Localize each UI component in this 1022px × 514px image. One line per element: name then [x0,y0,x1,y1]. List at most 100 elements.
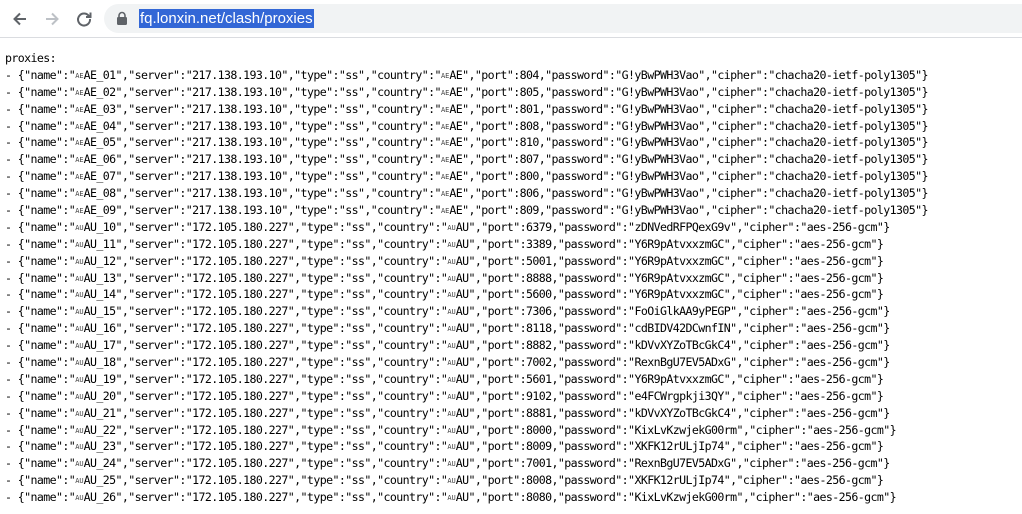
proxy-flag: AU [75,240,84,249]
proxy-server: 172.105.180.227 [192,236,288,251]
proxy-line: - {"name":"AEAE_04","server":"217.138.19… [5,118,929,133]
url-text[interactable]: fq.lonxin.net/clash/proxies [139,9,314,28]
proxy-line: - {"name":"AUAU_16","server":"172.105.18… [5,321,890,336]
reload-button[interactable] [72,7,96,31]
proxy-line: - {"name":"AUAU_15","server":"172.105.18… [5,304,890,319]
proxy-cipher: chacha20-ietf-poly1305 [774,186,916,201]
proxy-line: - {"name":"AEAE_02","server":"217.138.19… [5,84,929,99]
proxy-name: AU_19 [83,371,117,386]
proxy-password: KixLvKzwjekG00rm [634,422,737,437]
proxy-flag: AE [75,190,84,199]
proxy-flag: AU [75,392,84,401]
proxy-password: G!yBwPWH3Vao [621,135,699,150]
proxy-name: AE_02 [83,84,117,99]
proxy-server: 172.105.180.227 [192,304,288,319]
proxy-line: - {"name":"AUAU_20","server":"172.105.18… [5,388,884,403]
proxy-password: G!yBwPWH3Vao [621,84,699,99]
proxy-cipher: aes-256-gcm [800,371,871,386]
proxy-server: 217.138.193.10 [192,203,282,218]
proxy-name: AE_09 [83,203,117,218]
proxy-password: Y6R9pAtvxxzmGC [634,253,724,268]
proxy-name: AE_05 [83,135,117,150]
proxy-cipher: aes-256-gcm [806,355,878,370]
proxy-name: AU_10 [83,219,117,234]
proxy-port: 806 [519,186,540,201]
proxies-header: proxies: [5,51,57,65]
proxy-flag: AU [447,359,456,368]
proxy-type: ss [351,439,365,454]
proxy-server: 172.105.180.227 [192,253,288,268]
proxy-type: ss [345,152,358,167]
proxy-password: e4FCWrgpkji3QY [634,388,724,403]
proxy-line: - {"name":"AUAU_21","server":"172.105.18… [5,405,890,420]
proxy-line: - {"name":"AUAU_19","server":"172.105.18… [5,371,884,386]
proxy-country: AU [455,355,469,370]
proxy-port: 8009 [525,439,552,454]
proxy-type: ss [345,67,358,82]
proxy-port: 7306 [525,304,552,319]
proxy-name: AU_14 [83,287,117,302]
proxy-type: ss [351,219,365,234]
proxy-line: - {"name":"AEAE_09","server":"217.138.19… [5,203,929,218]
proxy-flag: AU [447,409,456,418]
proxy-country: AU [455,321,469,336]
proxy-name: AU_25 [83,473,117,488]
proxy-password: FoOiGlkAA9yPEGP [634,304,731,319]
proxy-country: AU [455,371,469,386]
proxy-flag: AE [75,156,84,165]
proxy-type: ss [345,186,358,201]
proxy-name: AU_18 [83,355,117,370]
proxy-line: - {"name":"AUAU_22","server":"172.105.18… [5,422,897,437]
proxy-server: 172.105.180.227 [192,456,288,471]
proxy-country: AU [455,287,469,302]
address-bar[interactable]: fq.lonxin.net/clash/proxies [104,4,1022,33]
proxy-port: 5001 [525,253,552,268]
proxy-flag: AU [75,223,84,232]
proxy-name: AE_03 [83,101,117,116]
proxy-line: - {"name":"AUAU_23","server":"172.105.18… [5,439,884,454]
proxy-server: 172.105.180.227 [192,439,288,454]
proxy-country: AU [455,473,469,488]
proxy-flag: AU [447,460,456,469]
proxy-line: - {"name":"AUAU_13","server":"172.105.18… [5,270,884,285]
proxy-type: ss [345,135,358,150]
proxy-port: 9102 [525,388,552,403]
proxy-country: AU [455,219,469,234]
proxy-flag: AU [447,325,456,334]
proxy-country: AE [449,203,463,218]
proxy-port: 808 [519,118,540,133]
proxy-flag: AE [75,105,84,114]
proxy-name: AU_21 [83,405,117,420]
proxy-password: XKFK12rULjIp74 [634,473,724,488]
proxy-server: 172.105.180.227 [192,405,288,420]
proxy-port: 5601 [525,371,552,386]
proxy-server: 217.138.193.10 [192,101,282,116]
proxy-cipher: aes-256-gcm [806,456,878,471]
proxy-country: AU [455,236,469,251]
proxy-port: 807 [519,152,540,167]
proxy-country: AE [449,135,463,150]
proxy-country: AU [455,270,469,285]
proxy-country: AE [449,169,463,184]
proxy-flag: AU [75,375,84,384]
proxy-cipher: aes-256-gcm [800,287,871,302]
proxy-password: RexnBgU7EV5ADxG [634,355,731,370]
proxy-line: - {"name":"AEAE_01","server":"217.138.19… [5,67,929,82]
forward-button[interactable] [40,7,64,31]
proxy-cipher: chacha20-ietf-poly1305 [774,84,916,99]
proxy-line: - {"name":"AUAU_11","server":"172.105.18… [5,236,884,251]
proxy-password: G!yBwPWH3Vao [621,186,699,201]
proxy-password: Y6R9pAtvxxzmGC [634,287,724,302]
browser-toolbar: fq.lonxin.net/clash/proxies [0,0,1022,38]
proxy-country: AU [455,490,469,505]
proxy-flag: AU [75,477,84,486]
proxy-port: 8888 [525,270,552,285]
proxy-flag: AU [447,223,456,232]
proxy-country: AU [455,456,469,471]
proxy-flag: AE [75,88,84,97]
proxy-cipher: aes-256-gcm [800,270,871,285]
proxy-cipher: chacha20-ietf-poly1305 [774,135,916,150]
proxy-port: 810 [519,135,540,150]
proxy-type: ss [351,355,365,370]
back-button[interactable] [8,7,32,31]
